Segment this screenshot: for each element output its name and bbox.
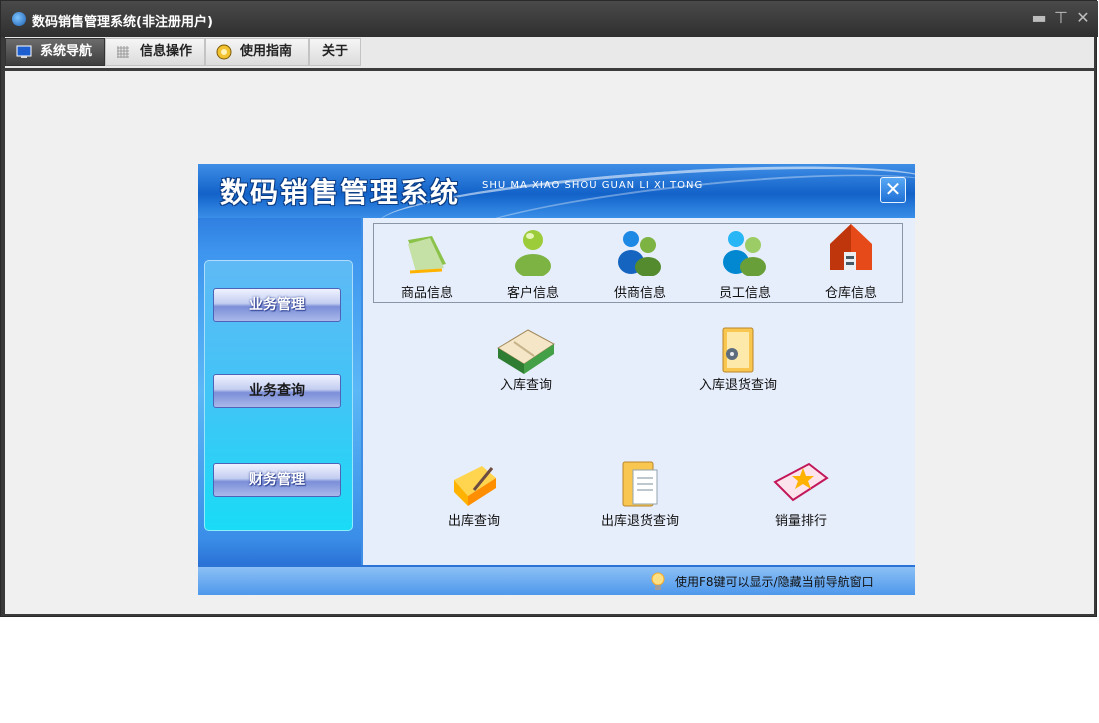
panel-banner: 数码销售管理系统 SHU MA XIAO SHOU GUAN LI XI TON… [198, 164, 915, 218]
group-icon [723, 231, 766, 276]
nav-finance-management-button[interactable]: 财务管理 [213, 463, 341, 497]
status-footer: 使用F8键可以显示/隐藏当前导航窗口 [198, 565, 915, 595]
product-info-item[interactable]: 商品信息 [377, 226, 477, 302]
item-label: 供商信息 [613, 286, 666, 301]
close-icon[interactable]: ✕ [1075, 9, 1091, 27]
item-label: 出库退货查询 [600, 514, 679, 529]
customer-info-item[interactable]: 客户信息 [483, 226, 583, 302]
employee-info-item[interactable]: 员工信息 [695, 226, 795, 302]
house-icon [830, 224, 872, 270]
item-label: 员工信息 [718, 286, 771, 301]
panel-title: 数码销售管理系统 [220, 176, 461, 209]
app-icon [12, 12, 26, 26]
folder-icon [408, 236, 446, 274]
menu-tab-bar: 系统导航 信息操作 使用指南 关于 [5, 37, 1094, 71]
title-bar[interactable]: 数码销售管理系统(非注册用户) ▬ ⊤ ✕ [1, 1, 1098, 37]
item-label: 入库退货查询 [698, 378, 777, 393]
item-label: 销量排行 [774, 514, 827, 529]
stock-out-query-item[interactable]: 出库查询 [424, 460, 524, 530]
tab-label: 关于 [322, 44, 349, 59]
tab-system-navigation[interactable]: 系统导航 [5, 38, 105, 66]
minimize-icon[interactable]: ▬ [1031, 9, 1047, 27]
user-icon [515, 230, 551, 276]
item-label: 出库查询 [447, 514, 500, 529]
warehouse-info-item[interactable]: 仓库信息 [801, 224, 901, 302]
tab-label: 信息操作 [140, 44, 193, 59]
nav-business-management-button[interactable]: 业务管理 [213, 288, 341, 322]
restore-icon[interactable]: ⊤ [1053, 9, 1069, 27]
navigation-panel: 数码销售管理系统 SHU MA XIAO SHOU GUAN LI XI TON… [198, 164, 915, 595]
lightbulb-icon [651, 572, 665, 590]
group-icon [618, 231, 661, 276]
folder-document-icon [622, 461, 658, 507]
item-label: 入库查询 [499, 378, 552, 393]
item-label: 商品信息 [400, 286, 453, 301]
tab-info-operations[interactable]: 信息操作 [105, 38, 205, 66]
nav-business-query-button[interactable]: 业务查询 [213, 374, 341, 408]
panel-subtitle: SHU MA XIAO SHOU GUAN LI XI TONG [482, 180, 704, 191]
folder-disc-icon [722, 327, 754, 373]
monitor-icon [16, 45, 32, 58]
item-label: 仓库信息 [824, 286, 877, 301]
grid-icon [117, 46, 129, 58]
tab-label: 系统导航 [40, 44, 93, 59]
f8-hint-text: 使用F8键可以显示/隐藏当前导航窗口 [675, 575, 874, 589]
close-icon[interactable]: ✕ [880, 177, 906, 203]
help-disc-icon [216, 44, 232, 60]
book-icon [497, 329, 555, 374]
tab-user-guide[interactable]: 使用指南 [205, 38, 309, 66]
stock-in-query-item[interactable]: 入库查询 [476, 322, 576, 394]
supplier-info-item[interactable]: 供商信息 [590, 226, 690, 302]
stock-in-return-query-item[interactable]: 入库退货查询 [688, 322, 788, 394]
tab-about[interactable]: 关于 [309, 38, 361, 66]
window-title: 数码销售管理系统(非注册用户) [32, 15, 213, 30]
sales-ranking-item[interactable]: 销量排行 [751, 460, 851, 530]
stock-out-return-query-item[interactable]: 出库退货查询 [590, 458, 690, 530]
tab-label: 使用指南 [240, 44, 293, 59]
side-navigation: 业务管理 业务查询 财务管理 [198, 218, 361, 565]
star-book-icon [773, 462, 829, 502]
folder-pencil-icon [454, 466, 496, 506]
item-label: 客户信息 [506, 286, 559, 301]
